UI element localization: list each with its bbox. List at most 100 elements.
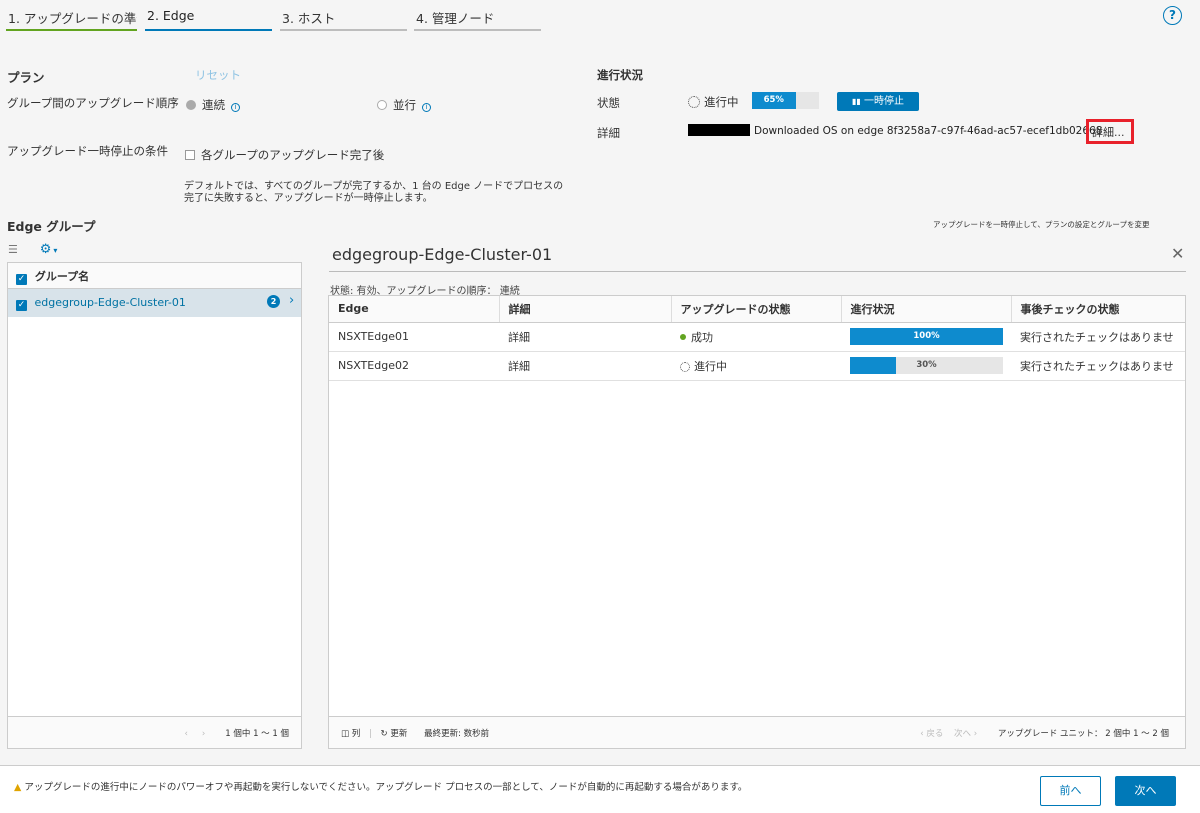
pause-option-label: 各グループのアップグレード完了後: [201, 148, 385, 162]
table-pager: ‹ 戻る 次へ › アップグレード ユニット： 2 個中 1 ～ 2 個: [920, 727, 1169, 739]
col-edge[interactable]: Edge: [329, 296, 500, 323]
chevron-down-icon[interactable]: ▾: [53, 246, 57, 255]
overall-progress-fill: 65%: [752, 92, 796, 109]
table-row[interactable]: NSXTEdge01 詳細 成功 100% 実行されたチェックはありませ: [329, 322, 1185, 352]
tab-edge[interactable]: 2. Edge: [145, 0, 272, 31]
success-dot-icon: [680, 333, 686, 340]
checkbox-icon: [185, 150, 195, 160]
table-footer: ◫ 列 | ↻ 更新 最終更新: 数秒前 ‹ 戻る 次へ › アップグレード ユ…: [329, 716, 1185, 748]
tab-label: 1. アップグレードの準備: [8, 11, 137, 26]
parallel-radio[interactable]: 並行 i: [377, 97, 431, 113]
last-updated: 最終更新: 数秒前: [424, 729, 490, 739]
pause-condition-label: アップグレード一時停止の条件: [7, 144, 168, 158]
post-check-status: 実行されたチェックはありませ: [1011, 322, 1185, 352]
pause-note-line2: 完了に失敗すると、アップグレードが一時停止します。: [184, 193, 433, 204]
progress-detail-link[interactable]: 詳細...: [1092, 124, 1125, 140]
progress-title: 進行状況: [597, 68, 643, 82]
post-check-status: 実行されたチェックはありませ: [1011, 351, 1185, 381]
state-text: 進行中: [704, 95, 739, 109]
close-icon[interactable]: ✕: [1171, 244, 1184, 263]
pause-after-group-checkbox[interactable]: 各グループのアップグレード完了後: [185, 147, 384, 163]
refresh-label: 更新: [390, 729, 408, 739]
tab-host[interactable]: 3. ホスト: [280, 0, 407, 31]
col-upgrade-status[interactable]: アップグレードの状態: [671, 296, 842, 323]
edge-groups-hint: アップグレードを一時停止して、プランの設定とグループを変更: [933, 220, 1150, 229]
units-text: アップグレード ユニット： 2 個中 1 ～ 2 個: [997, 729, 1169, 739]
next-page-icon[interactable]: ›: [202, 729, 205, 739]
list-pager: ‹ › 1 個中 1 ～ 1 個: [8, 716, 301, 748]
pause-button-label: 一時停止: [864, 96, 904, 107]
prev-button[interactable]: 前へ: [1040, 776, 1101, 806]
back-label: 戻る: [926, 729, 944, 739]
table-row[interactable]: NSXTEdge02 詳細 進行中 30% 実行されたチェックはありませ: [329, 351, 1185, 381]
gear-icon[interactable]: ⚙: [40, 242, 52, 257]
state-label: 状態: [597, 96, 620, 110]
status-text: 進行中: [694, 359, 727, 373]
row-progress-bar: 100%: [850, 328, 1003, 345]
spinner-icon: [680, 361, 690, 372]
next-button[interactable]: 次へ: [1115, 776, 1176, 806]
columns-icon: ◫: [341, 729, 350, 739]
row-progress-bar: 30%: [850, 357, 1003, 374]
upgrade-status: 成功: [671, 322, 841, 352]
edge-name: NSXTEdge02: [329, 351, 499, 381]
row-checkbox[interactable]: ✓: [16, 300, 27, 311]
help-icon[interactable]: ?: [1163, 6, 1182, 25]
warning-text: アップグレードの進行中にノードのパワーオフや再起動を実行しないでください。アップ…: [24, 782, 748, 793]
state-value: 進行中: [688, 94, 739, 110]
pager-text: 1 個中 1 ～ 1 個: [225, 729, 289, 739]
tab-management-nodes[interactable]: 4. 管理ノード: [414, 0, 541, 31]
tab-label: 3. ホスト: [282, 11, 336, 26]
progress-cell: 30%: [841, 351, 1011, 381]
group-name: edgegroup-Edge-Cluster-01: [34, 296, 186, 309]
refresh-button[interactable]: ↻ 更新: [381, 729, 408, 739]
edge-groups-title: Edge グループ: [7, 219, 96, 234]
tab-label: 2. Edge: [147, 8, 195, 23]
warning-icon: ▲: [14, 782, 22, 793]
status-text: 成功: [691, 330, 713, 344]
col-detail[interactable]: 詳細: [499, 296, 672, 323]
radio-empty-icon: [377, 100, 387, 110]
select-all-checkbox[interactable]: ✓: [16, 274, 27, 285]
back-link[interactable]: ‹ 戻る: [920, 729, 943, 739]
columns-button[interactable]: ◫ 列: [341, 729, 360, 739]
next-label: 次へ: [954, 729, 972, 739]
col-progress[interactable]: 進行状況: [841, 296, 1012, 323]
reset-link[interactable]: リセット: [195, 67, 241, 83]
edge-table-panel: Edge 詳細 アップグレードの状態 進行状況 事後チェックの状態 NSXTEd…: [328, 295, 1186, 749]
col-post-check[interactable]: 事後チェックの状態: [1011, 296, 1185, 323]
collapse-list-icon[interactable]: ☰: [8, 243, 18, 256]
info-icon[interactable]: i: [231, 103, 240, 112]
prev-page-icon[interactable]: ‹: [184, 729, 187, 739]
detail-link[interactable]: 詳細: [499, 322, 671, 352]
pause-icon: ▮▮: [852, 97, 861, 106]
overall-progress-bar: 65%: [752, 92, 819, 109]
plan-title: プラン: [7, 70, 45, 85]
detail-label: 詳細: [597, 126, 620, 140]
list-header: ✓ グループ名: [8, 263, 301, 289]
progress-detail-text: Downloaded OS on edge 8f3258a7-c97f-46ad…: [754, 125, 1103, 137]
wizard-footer: ▲ アップグレードの進行中にノードのパワーオフや再起動を実行しないでください。ア…: [0, 765, 1200, 813]
row-progress-text: 100%: [913, 331, 940, 341]
group-name-header: グループ名: [34, 270, 90, 283]
spinner-icon: [688, 96, 700, 108]
next-link[interactable]: 次へ ›: [954, 729, 977, 739]
info-icon[interactable]: i: [422, 103, 431, 112]
pause-button[interactable]: ▮▮ 一時停止: [837, 92, 919, 111]
upgrade-order-label: グループ間のアップグレード順序: [7, 96, 179, 110]
serial-radio[interactable]: 連続 i: [186, 97, 240, 113]
edge-group-list: ✓ グループ名 ✓ edgegroup-Edge-Cluster-01 2 › …: [7, 262, 302, 749]
row-progress-text: 30%: [916, 360, 937, 370]
toolbar: ☰ ⚙ ▾: [8, 242, 57, 257]
refresh-icon: ↻: [380, 729, 388, 739]
detail-link[interactable]: 詳細: [499, 351, 671, 381]
list-item[interactable]: ✓ edgegroup-Edge-Cluster-01 2 ›: [8, 289, 301, 317]
serial-label: 連続: [202, 98, 225, 112]
tab-prepare[interactable]: 1. アップグレードの準備: [6, 0, 137, 31]
detail-title-rule: [329, 271, 1186, 272]
parallel-label: 並行: [393, 98, 416, 112]
chevron-right-icon[interactable]: ›: [289, 293, 294, 308]
radio-selected-icon: [186, 100, 196, 110]
overall-progress-text: 65%: [763, 95, 784, 105]
upgrade-status: 進行中: [671, 351, 841, 381]
